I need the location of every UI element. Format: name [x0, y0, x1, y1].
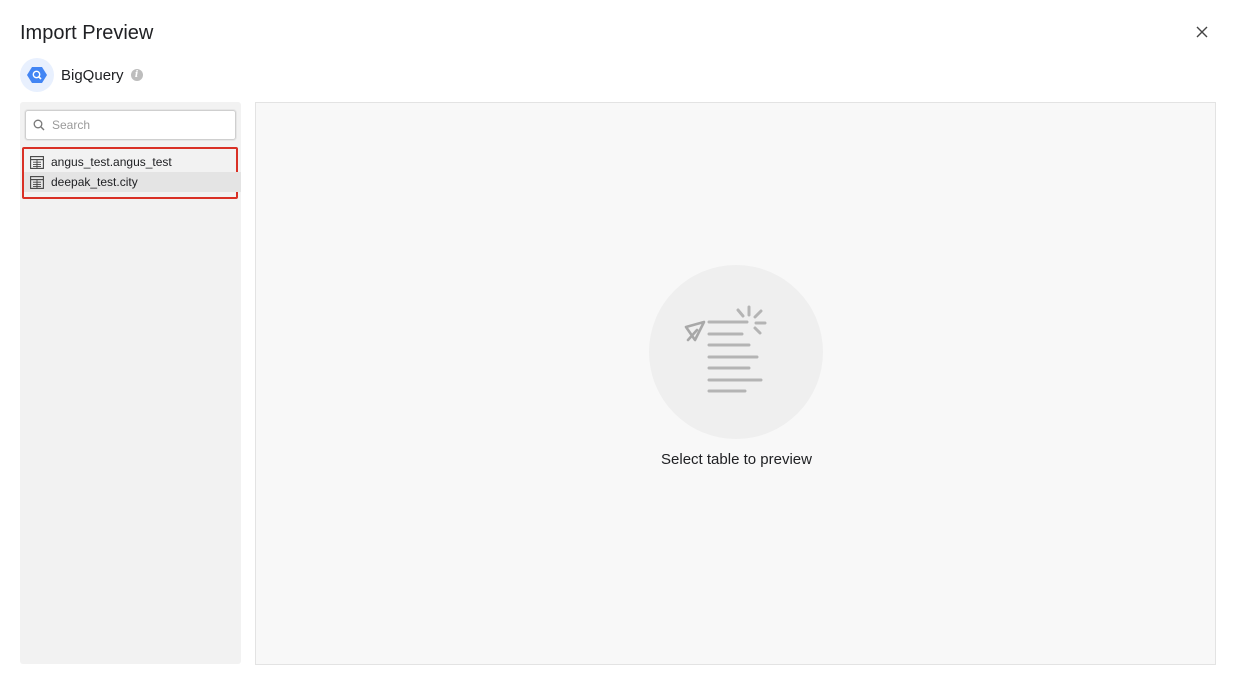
import-preview-dialog: Import Preview BigQuery i Search angus_t… [0, 0, 1235, 683]
close-icon [1196, 26, 1208, 38]
empty-state-illustration [649, 265, 823, 439]
table-list: angus_test.angus_test deepak_test.city [22, 147, 241, 199]
close-button[interactable] [1192, 22, 1212, 42]
table-item-label: angus_test.angus_test [51, 155, 172, 169]
document-pointer-icon [684, 305, 767, 393]
table-item-angus-test[interactable]: angus_test.angus_test [24, 152, 241, 172]
table-item-label: deepak_test.city [51, 175, 138, 189]
table-sidebar: angus_test.angus_test deepak_test.city [20, 102, 241, 664]
search-input[interactable] [52, 118, 222, 132]
source-header: BigQuery i [20, 58, 143, 92]
table-icon [30, 155, 44, 169]
dialog-title: Import Preview [20, 22, 154, 44]
search-icon [33, 119, 45, 131]
table-icon [30, 175, 44, 189]
preview-pane: Select table to preview [255, 102, 1216, 665]
table-item-deepak-test-city[interactable]: deepak_test.city [24, 172, 241, 192]
bigquery-logo-icon [20, 58, 54, 92]
source-name: BigQuery [61, 66, 124, 84]
info-icon[interactable]: i [130, 69, 143, 81]
search-box[interactable] [25, 110, 236, 140]
empty-state-message: Select table to preview [661, 451, 812, 468]
